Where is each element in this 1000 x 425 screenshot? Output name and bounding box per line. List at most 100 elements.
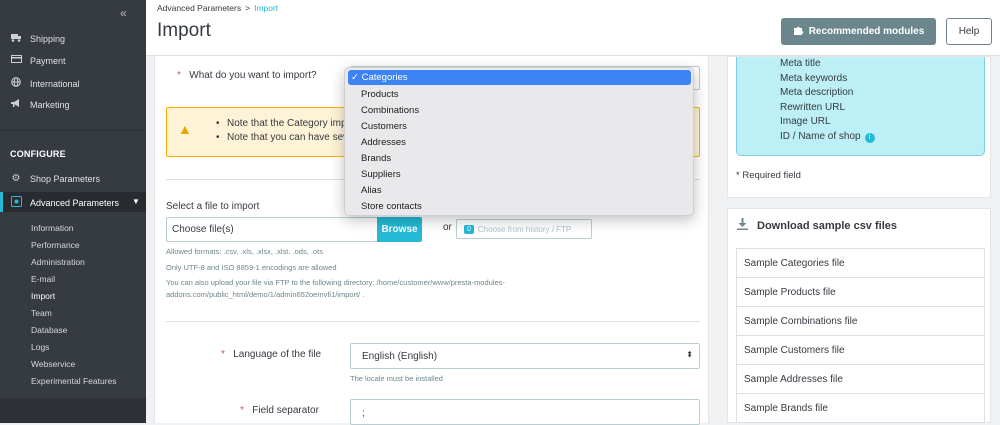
breadcrumb-current[interactable]: Import xyxy=(254,3,278,13)
sample-file-link[interactable]: Sample Addresses file xyxy=(736,364,985,394)
sample-file-link[interactable]: Sample Categories file xyxy=(736,248,985,278)
file-select-label: Select a file to import xyxy=(166,201,260,212)
sidebar-item-international[interactable]: International xyxy=(10,77,80,90)
sidebar-item-label: Advanced Parameters xyxy=(30,198,120,208)
sidebar-item-advanced-parameters[interactable]: Advanced Parameters xyxy=(10,196,119,210)
help-ftp-line: You can also upload your file via FTP to… xyxy=(166,278,505,287)
settings-box-icon xyxy=(10,196,22,210)
dropdown-option-label: Categories xyxy=(361,72,408,83)
history-count-badge: 0 xyxy=(464,224,474,234)
sidebar-subitem-webservice[interactable]: Webservice xyxy=(31,359,75,369)
required-mark: * xyxy=(221,349,225,360)
language-select[interactable]: English (English) ⬍ xyxy=(350,343,700,369)
right-column: Meta title Meta keywords Meta descriptio… xyxy=(727,56,991,423)
sidebar-item-shipping[interactable]: Shipping xyxy=(10,33,65,45)
history-label: Choose from history / FTP xyxy=(477,224,572,234)
dropdown-option[interactable]: Suppliers xyxy=(361,169,401,180)
field-item: Rewritten URL xyxy=(780,102,846,113)
language-label-text: Language of the file xyxy=(233,349,322,360)
download-samples-label: Download sample csv files xyxy=(757,219,897,232)
recommended-modules-button[interactable]: Recommended modules xyxy=(781,18,936,45)
sidebar-item-label: Marketing xyxy=(30,100,70,110)
sidebar-subitem-email[interactable]: E-mail xyxy=(31,274,55,284)
help-encoding: Only UTF-8 and ISO 8859-1 encodings are … xyxy=(166,263,337,272)
select-arrows-icon: ⬍ xyxy=(686,350,693,359)
dropdown-option[interactable]: Addresses xyxy=(361,137,406,148)
gear-icon: ⚙ xyxy=(11,173,21,184)
sidebar-subitem-administration[interactable]: Administration xyxy=(31,257,85,267)
dropdown-option[interactable]: Alias xyxy=(361,185,382,196)
language-value: English (English) xyxy=(362,351,438,362)
available-fields-list: Meta title Meta keywords Meta descriptio… xyxy=(736,57,985,156)
file-input[interactable]: Choose file(s) xyxy=(166,217,378,242)
truck-icon xyxy=(10,33,22,45)
dropdown-option[interactable]: Combinations xyxy=(361,105,419,116)
sidebar-item-label: Payment xyxy=(30,55,66,66)
or-label: or xyxy=(443,222,452,233)
required-field-note: * Required field xyxy=(736,170,801,181)
language-label: * Language of the file xyxy=(221,349,321,360)
breadcrumb-separator: > xyxy=(245,3,251,13)
available-fields-card: Meta title Meta keywords Meta descriptio… xyxy=(727,56,991,198)
sidebar-subitem-information[interactable]: Information xyxy=(31,223,74,233)
dropdown-option[interactable]: Store contacts xyxy=(361,201,422,212)
sidebar-item-label: International xyxy=(30,78,80,89)
page-header: Advanced Parameters > Import Import Recomm… xyxy=(146,0,1000,56)
sidebar-item-shop-parameters[interactable]: ⚙ Shop Parameters xyxy=(10,173,101,184)
divider xyxy=(166,321,700,322)
warning-line: Note that you can have sev xyxy=(216,132,348,143)
sidebar-item-label: Shipping xyxy=(30,34,66,44)
dropdown-option[interactable]: Brands xyxy=(361,153,391,164)
field-item: ID / Name of shop xyxy=(780,131,861,142)
field-item: Meta title xyxy=(780,58,821,69)
sidebar-subitem-team[interactable]: Team xyxy=(31,308,52,318)
help-button[interactable]: Help xyxy=(946,18,992,45)
page-title: Import xyxy=(157,20,211,41)
sidebar-item-payment[interactable]: Payment xyxy=(10,55,66,66)
import-type-label: * What do you want to import? xyxy=(177,70,317,81)
browse-button[interactable]: Browse xyxy=(377,217,422,242)
check-icon: ✓ xyxy=(351,72,359,83)
sidebar-subitem-experimental[interactable]: Experimental Features xyxy=(31,376,117,386)
breadcrumb: Advanced Parameters > Import xyxy=(157,3,278,13)
language-help: The locale must be installed xyxy=(350,374,443,383)
download-samples-card: Download sample csv files Sample Categor… xyxy=(727,208,991,423)
choose-from-history-button[interactable]: 0 Choose from history / FTP xyxy=(456,219,592,239)
download-icon xyxy=(737,218,748,233)
import-type-dropdown: ✓ Categories Products Combinations Custo… xyxy=(344,67,694,216)
sidebar-subitem-database[interactable]: Database xyxy=(31,325,67,335)
globe-icon xyxy=(10,77,22,90)
active-indicator xyxy=(0,192,3,212)
download-samples-title: Download sample csv files xyxy=(737,218,897,233)
sidebar-item-label: Shop Parameters xyxy=(30,173,101,184)
sidebar: « Shipping Payment International Marketi… xyxy=(0,0,146,423)
info-icon[interactable]: i xyxy=(864,133,875,143)
recommended-modules-label: Recommended modules xyxy=(808,26,925,37)
field-item: Image URL xyxy=(780,116,831,127)
field-item: Meta keywords xyxy=(780,73,848,84)
sample-file-link[interactable]: Sample Products file xyxy=(736,277,985,307)
sample-file-link[interactable]: Sample Brands file xyxy=(736,393,985,423)
sidebar-footer xyxy=(0,398,146,423)
separator-label: * Field separator xyxy=(240,405,319,416)
import-type-label-text: What do you want to import? xyxy=(189,70,317,81)
help-formats: Allowed formats: .csv, .xls, .xlsx, .xls… xyxy=(166,247,323,256)
sidebar-subitem-logs[interactable]: Logs xyxy=(31,342,49,352)
puzzle-icon xyxy=(793,25,804,39)
sample-file-link[interactable]: Sample Customers file xyxy=(736,335,985,365)
breadcrumb-parent[interactable]: Advanced Parameters xyxy=(157,3,241,13)
dropdown-option[interactable]: Customers xyxy=(361,121,407,132)
chevron-down-icon: ▼ xyxy=(132,197,140,206)
field-item: Meta description xyxy=(780,87,854,98)
sample-file-link[interactable]: Sample Combinations file xyxy=(736,306,985,336)
dropdown-option[interactable]: Products xyxy=(361,89,399,100)
sidebar-subitem-performance[interactable]: Performance xyxy=(31,240,80,250)
credit-card-icon xyxy=(10,55,22,66)
sidebar-subitem-import[interactable]: Import xyxy=(31,291,55,301)
warning-line: Note that the Category imp xyxy=(216,118,346,129)
dropdown-option-selected[interactable]: ✓ Categories xyxy=(348,70,691,85)
double-chevron-left-icon[interactable]: « xyxy=(120,6,127,20)
sidebar-item-marketing[interactable]: Marketing xyxy=(10,99,70,111)
field-separator-input[interactable]: ; xyxy=(350,399,700,425)
help-ftp-line: addons.com/public_html/demo/1/admin652oe… xyxy=(166,290,365,299)
